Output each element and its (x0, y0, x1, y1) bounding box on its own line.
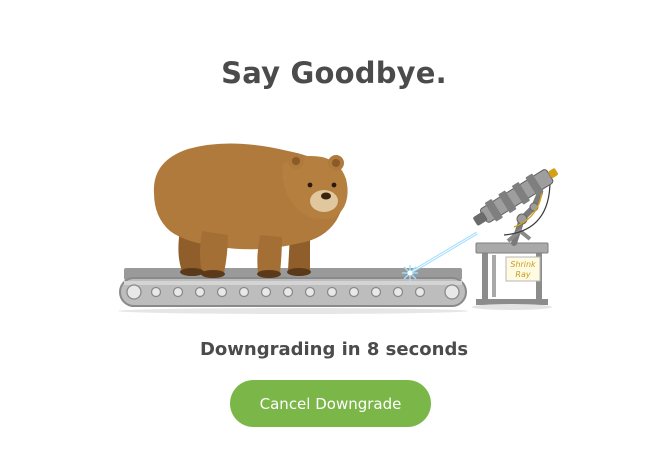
bear-illustration (153, 143, 348, 278)
title: Say Goodbye. (221, 56, 447, 90)
sign-label-line1: Shrink (510, 260, 536, 269)
countdown-status: Downgrading in 8 seconds (199, 339, 469, 360)
cancel-downgrade-button[interactable]: Cancel Downgrade (230, 380, 431, 427)
shrink-ray-machine: Shrink Ray (472, 168, 558, 310)
downgrade-illustration: Shrink Ray (118, 143, 558, 314)
sign-label-line2: Ray (515, 270, 530, 279)
